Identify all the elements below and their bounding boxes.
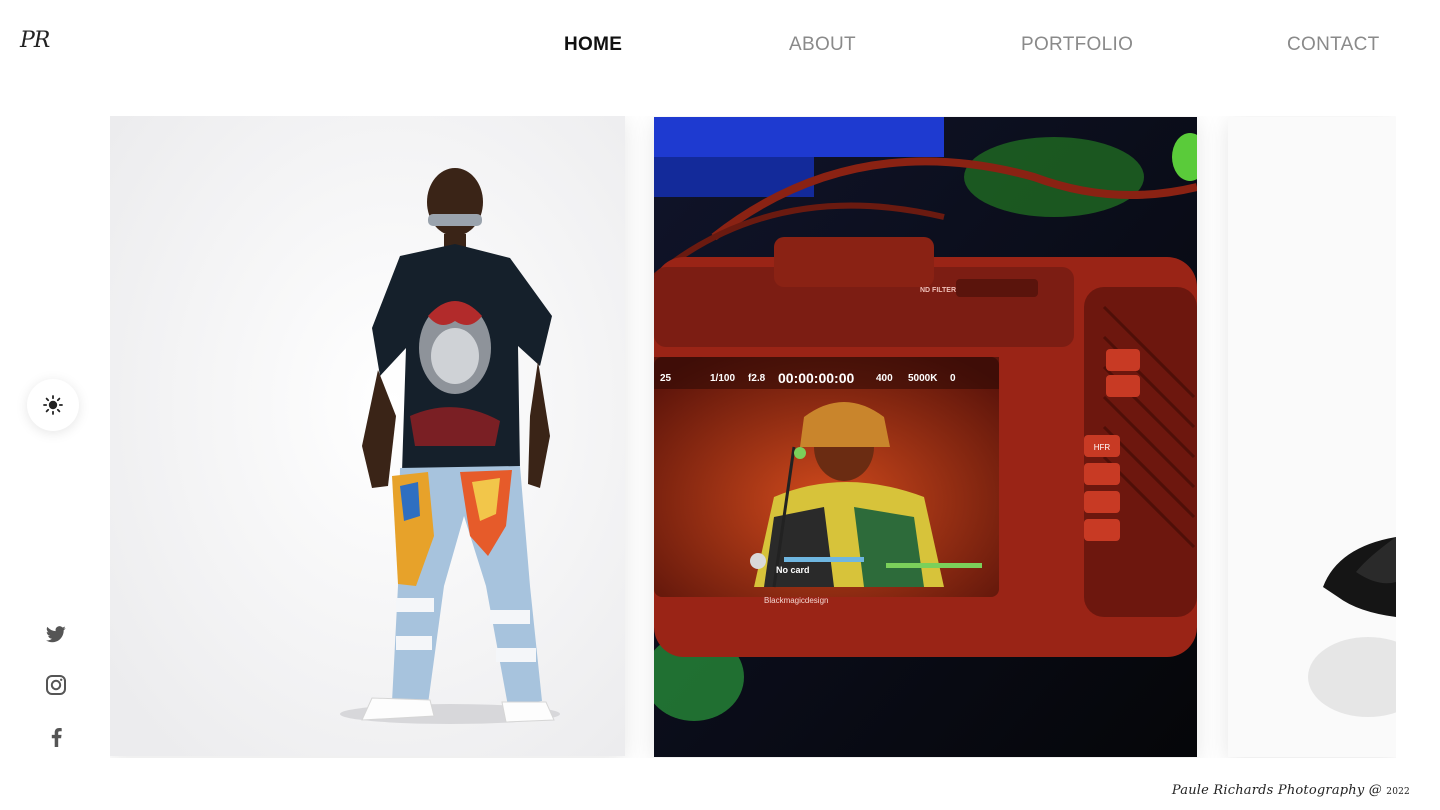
aperture-readout: f2.8 (748, 373, 766, 384)
camera-brand: Blackmagicdesign (764, 596, 828, 605)
nav-home[interactable]: HOME (564, 34, 622, 56)
gallery-photo-third[interactable] (1228, 117, 1396, 757)
theme-toggle-button[interactable] (27, 379, 79, 431)
card-status: No card (776, 565, 810, 575)
footer-text: Paule Richards Photography @ (1171, 783, 1382, 798)
third-photo-illustration (1228, 117, 1396, 757)
nav-portfolio[interactable]: PORTFOLIO (1021, 34, 1133, 56)
gallery-photo-model[interactable] (110, 116, 625, 756)
gallery-photo-camera[interactable]: HFR ND FILTER 25 1/100 f2.8 00:00:00:00 … (654, 117, 1197, 757)
twitter-icon (46, 625, 66, 642)
photo-gallery: HFR ND FILTER 25 1/100 f2.8 00:00:00:00 … (110, 116, 1396, 758)
camera-photo-illustration: HFR ND FILTER 25 1/100 f2.8 00:00:00:00 … (654, 117, 1197, 757)
timecode-readout: 00:00:00:00 (778, 370, 854, 386)
nav-contact[interactable]: CONTACT (1287, 34, 1380, 56)
tint-readout: 0 (950, 373, 956, 384)
wb-readout: 5000K (908, 373, 938, 384)
instagram-icon (46, 675, 66, 695)
facebook-link[interactable] (42, 723, 70, 751)
main-nav: HOME ABOUT PORTFOLIO CONTACT (0, 34, 1440, 60)
footer-credit: Paule Richards Photography @ 2022 (1172, 783, 1410, 798)
footer-year: 2022 (1386, 787, 1410, 797)
nd-filter-label: ND FILTER (920, 287, 956, 294)
fps-readout: 25 (660, 373, 672, 384)
facebook-icon (51, 727, 62, 747)
twitter-link[interactable] (42, 620, 70, 648)
model-photo-illustration (110, 116, 625, 756)
iso-readout: 400 (876, 373, 893, 384)
shutter-readout: 1/100 (710, 373, 735, 384)
sun-icon (43, 395, 63, 415)
hfr-label: HFR (1094, 443, 1111, 452)
instagram-link[interactable] (42, 671, 70, 699)
nav-about[interactable]: ABOUT (789, 34, 856, 56)
